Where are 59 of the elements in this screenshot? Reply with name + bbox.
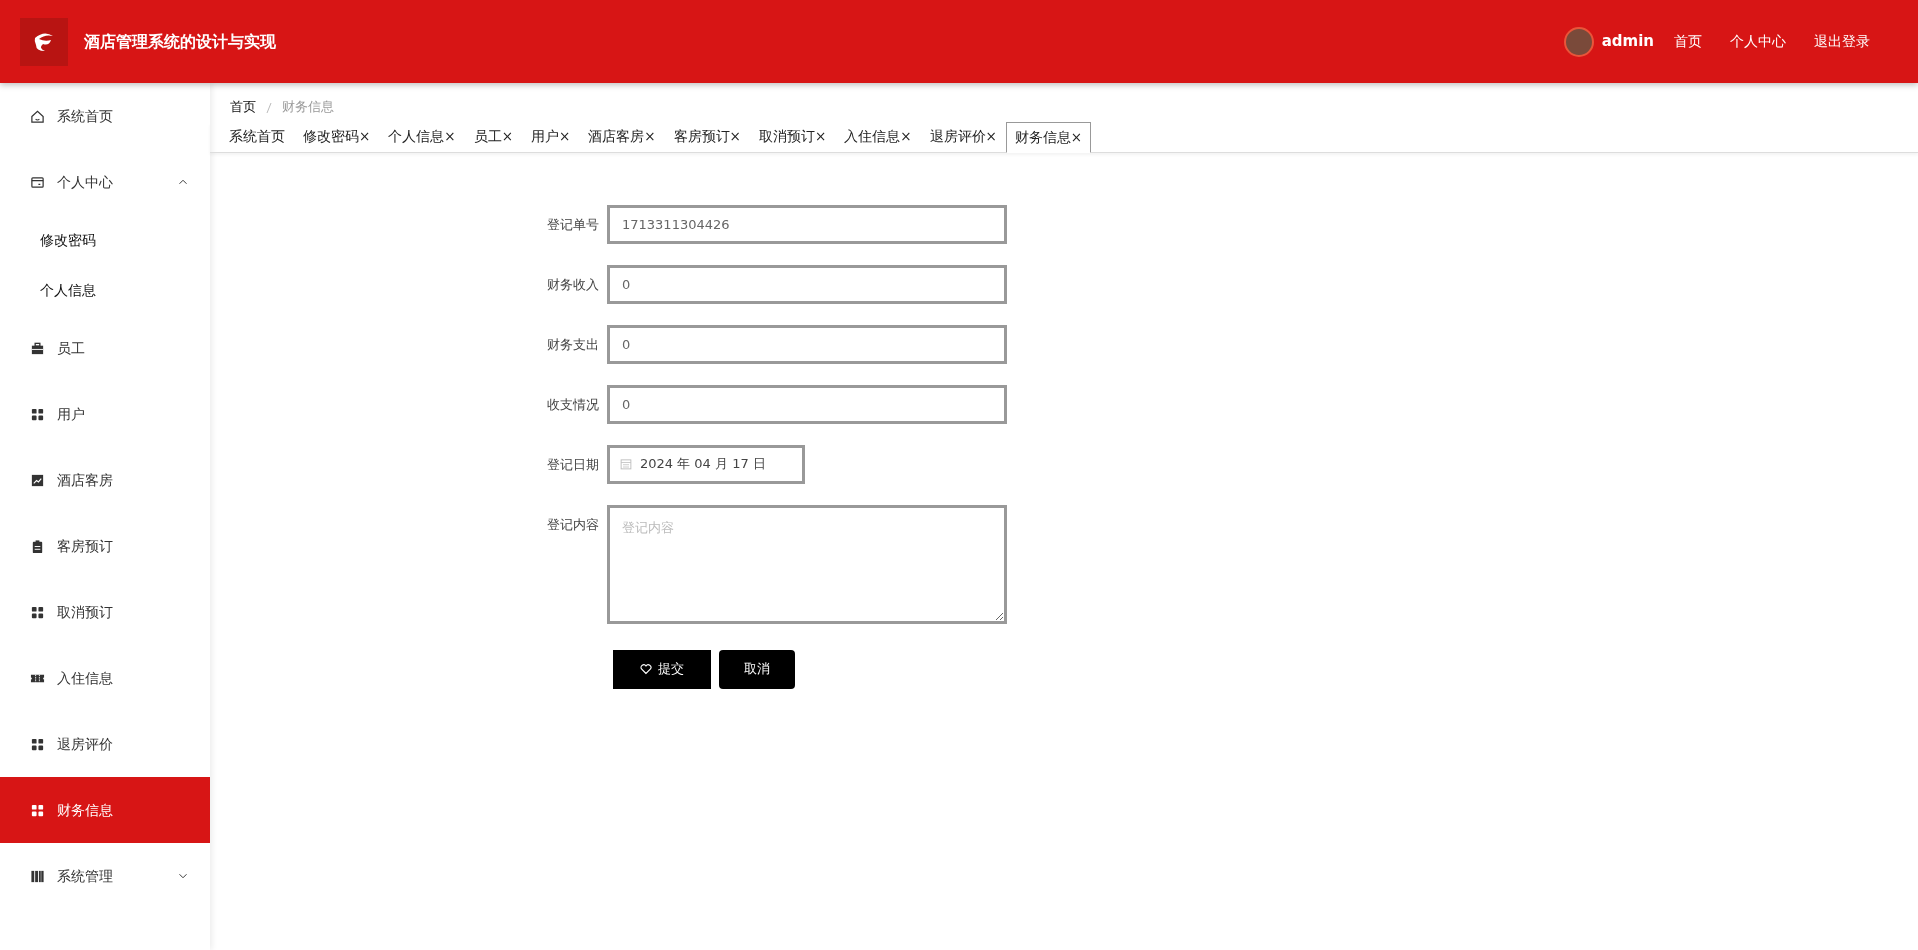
grid-icon — [30, 802, 45, 818]
sidebar-item[interactable]: 用户 — [0, 381, 210, 447]
tab[interactable]: 个人信息× — [379, 121, 465, 152]
logo-icon — [20, 17, 68, 66]
sidebar-item[interactable]: 财务信息 — [0, 777, 210, 843]
tab[interactable]: 酒店客房× — [579, 121, 665, 152]
nav-link-item[interactable]: 个人中心 — [1730, 31, 1786, 52]
tab[interactable]: 财务信息× — [1005, 122, 1092, 153]
input-field[interactable]: 0 — [607, 264, 1007, 304]
tab[interactable]: 员工× — [464, 121, 522, 152]
sidebar-item[interactable]: 系统首页 — [0, 83, 210, 149]
sidebar-item[interactable]: 系统管理 — [0, 843, 210, 909]
sidebar-item[interactable]: 客房预订 — [0, 513, 210, 579]
nav-link-item[interactable]: 首页 — [1674, 31, 1702, 52]
input-field[interactable]: 1713311304426 — [607, 204, 1007, 244]
sidebar-item[interactable]: 酒店客房 — [0, 447, 210, 513]
input-field[interactable]: 0 — [607, 324, 1007, 364]
sidebar-item[interactable]: 取消预订 — [0, 579, 210, 645]
home-icon — [30, 108, 45, 124]
sidebar-item[interactable]: 退房评价 — [0, 711, 210, 777]
sidebar-item[interactable]: 员工 — [0, 315, 210, 381]
sidebar-item[interactable]: 个人中心 — [0, 149, 210, 215]
text-area[interactable]: 登记内容 — [607, 504, 1007, 624]
tab[interactable]: 取消预订× — [749, 121, 836, 152]
field-label: 登记单号 — [546, 215, 600, 234]
date-field[interactable]: 2024 年 04 月 17 日 — [607, 444, 805, 484]
app-title: 酒店管理系统的设计与实现 — [84, 30, 276, 53]
tab[interactable]: 退房评价× — [920, 121, 1006, 152]
tab[interactable]: 修改密码× — [294, 121, 380, 152]
submit-button[interactable]: 提交 — [613, 649, 711, 689]
sidebar-subitem[interactable]: 修改密码 — [0, 215, 210, 265]
field-label: 收支情况 — [546, 395, 600, 414]
card-icon — [30, 174, 45, 190]
calendar-icon — [620, 458, 632, 470]
field-label: 登记日期 — [546, 455, 600, 474]
breadcrumb-link[interactable]: 首页 — [230, 99, 256, 114]
cancel-button[interactable]: 取消 — [719, 649, 795, 689]
clipboard-icon — [30, 538, 45, 554]
tab[interactable]: 用户× — [521, 121, 580, 152]
books-icon — [30, 868, 45, 884]
field-label: 财务收入 — [546, 275, 600, 294]
breadcrumb-current: 财务信息 — [282, 99, 334, 114]
nav-link-item[interactable]: 退出登录 — [1814, 31, 1870, 52]
field-label: 登记内容 — [546, 515, 600, 534]
grid-icon — [30, 604, 45, 620]
heart-icon — [640, 663, 652, 675]
chart-icon — [30, 472, 45, 488]
input-field[interactable]: 0 — [607, 384, 1007, 424]
sidebar-subitem[interactable]: 个人信息 — [0, 265, 210, 315]
avatar — [1563, 26, 1594, 57]
briefcase-icon — [30, 340, 45, 356]
user-name: admin — [1601, 31, 1654, 53]
tab[interactable]: 客房预订× — [664, 121, 750, 152]
tab[interactable]: 系统首页 — [220, 121, 294, 152]
grid-icon — [30, 736, 45, 752]
field-label: 财务支出 — [546, 335, 600, 354]
sidebar-item[interactable]: 入住信息 — [0, 645, 210, 711]
tab[interactable]: 入住信息× — [835, 121, 921, 152]
grid-icon — [30, 406, 45, 422]
